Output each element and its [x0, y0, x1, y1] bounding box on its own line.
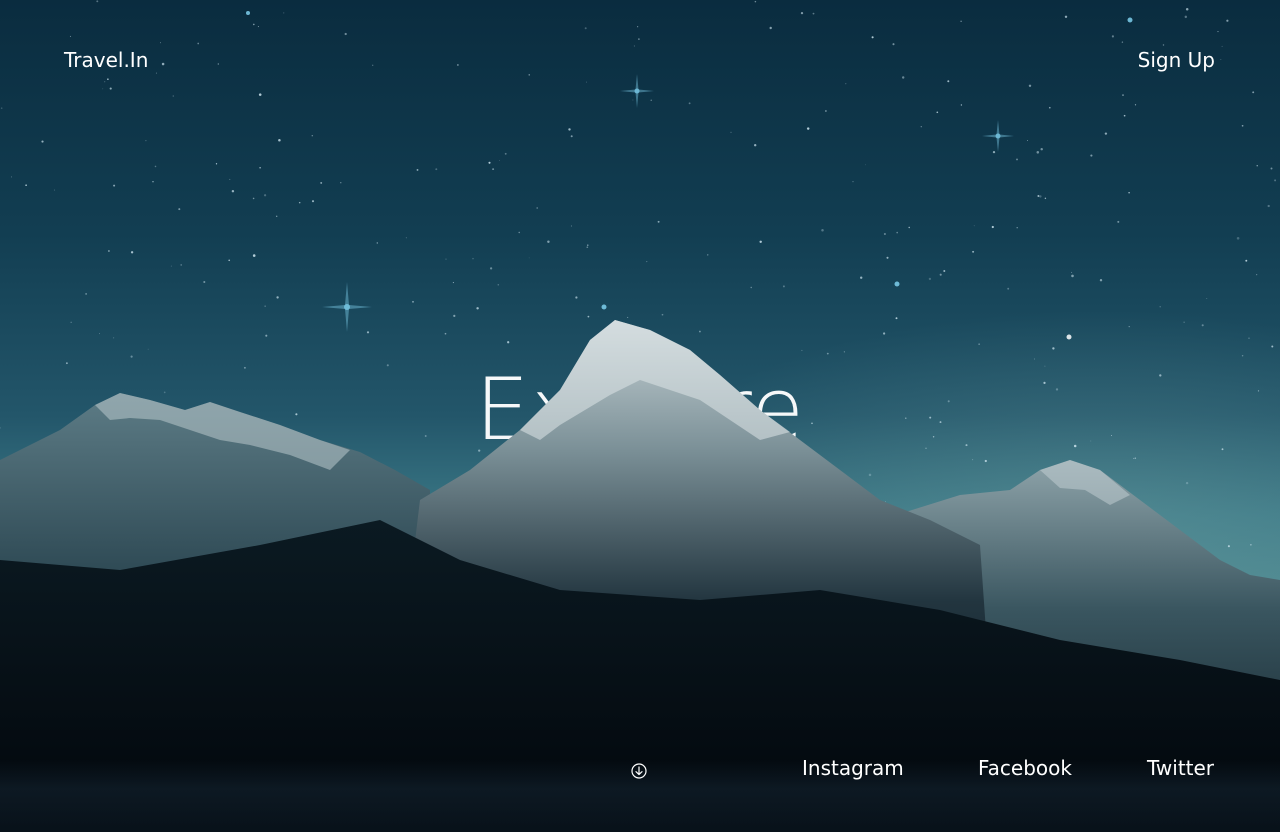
brand-logo-link[interactable]: Travel.In [64, 48, 148, 72]
scroll-down-button[interactable] [631, 763, 647, 779]
facebook-link[interactable]: Facebook [978, 756, 1072, 780]
arrow-down-circle-icon [631, 763, 647, 779]
instagram-link[interactable]: Instagram [802, 756, 904, 780]
signup-link[interactable]: Sign Up [1138, 48, 1215, 72]
hero-section: Explore [0, 0, 1280, 832]
overlay-ui: Travel.In Sign Up Instagram Facebook Twi… [0, 0, 1280, 832]
twitter-link[interactable]: Twitter [1147, 756, 1214, 780]
